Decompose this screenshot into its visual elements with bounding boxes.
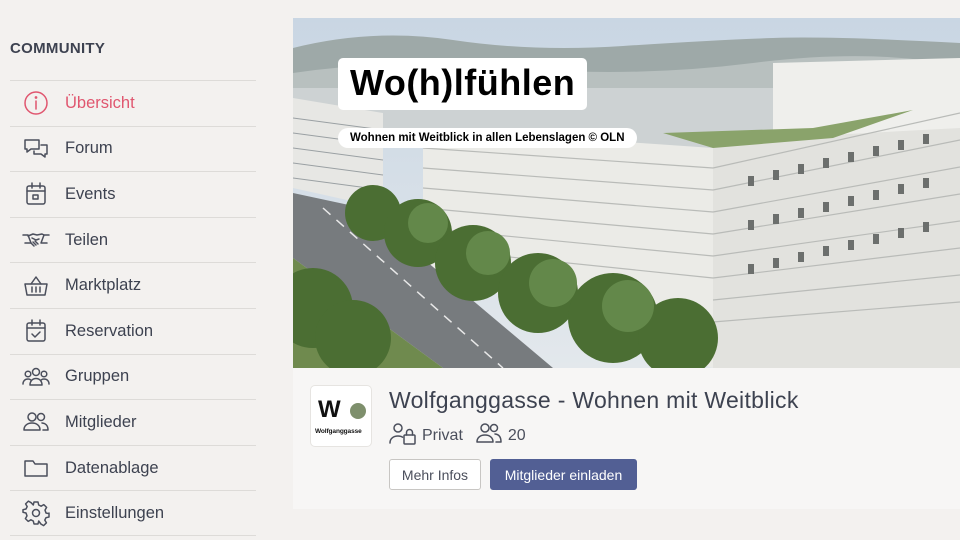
- sidebar: COMMUNITY Übersicht Forum Events Teilen: [0, 0, 270, 540]
- sidebar-item-events[interactable]: Events: [10, 171, 256, 217]
- sidebar-item-teilen[interactable]: Teilen: [10, 216, 256, 263]
- sidebar-item-label: Datenablage: [65, 458, 159, 477]
- chat-bubbles-icon: [21, 134, 51, 164]
- sidebar-item-marktplatz[interactable]: Marktplatz: [10, 262, 256, 308]
- sidebar-item-datenablage[interactable]: Datenablage: [10, 444, 256, 491]
- sidebar-item-label: Gruppen: [65, 367, 130, 386]
- basket-icon: [21, 271, 51, 301]
- member-count: 20: [507, 426, 526, 444]
- sidebar-item-label: Forum: [65, 139, 113, 158]
- groups-icon: [21, 362, 51, 392]
- members-icon: [21, 407, 51, 437]
- sidebar-item-uebersicht[interactable]: Übersicht: [10, 80, 256, 126]
- sidebar-item-label: Reservation: [65, 321, 154, 340]
- calendar-check-icon: [21, 316, 51, 346]
- sidebar-item-label: Marktplatz: [65, 276, 142, 295]
- group-title: Wolfganggasse - Wohnen mit Weitblick: [389, 387, 799, 413]
- group-card: Wo(h)lfühlen Wohnen mit Weitblick in all…: [293, 18, 960, 509]
- info-circle-icon: [21, 88, 51, 118]
- sidebar-item-label: Events: [65, 184, 116, 203]
- logo-letter: W: [318, 396, 341, 423]
- cover-subline: Wohnen mit Weitblick in allen Lebenslage…: [338, 128, 637, 148]
- logo-dot: [350, 403, 366, 419]
- more-info-button[interactable]: Mehr Infos: [389, 459, 481, 490]
- sidebar-item-label: Teilen: [65, 230, 109, 249]
- gear-icon: [21, 498, 51, 528]
- folder-icon: [21, 453, 51, 483]
- private-lock-icon: [389, 420, 417, 451]
- logo-text: Wolfganggasse: [315, 428, 362, 435]
- sidebar-item-forum[interactable]: Forum: [10, 125, 256, 172]
- sidebar-nav: Übersicht Forum Events Teilen Marktplatz: [10, 80, 256, 536]
- group-logo: W Wolfganggasse: [311, 386, 371, 446]
- sidebar-item-label: Übersicht: [65, 93, 135, 112]
- handshake-icon: [21, 225, 51, 255]
- members-icon: [475, 420, 503, 451]
- sidebar-item-reservation[interactable]: Reservation: [10, 307, 256, 354]
- group-meta: Privat 20: [389, 420, 526, 451]
- sidebar-item-mitglieder[interactable]: Mitglieder: [10, 399, 256, 445]
- sidebar-item-label: Mitglieder: [65, 412, 137, 431]
- invite-members-button[interactable]: Mitglieder einladen: [490, 459, 637, 490]
- sidebar-item-label: Einstellungen: [65, 503, 165, 522]
- sidebar-title: COMMUNITY: [10, 40, 106, 57]
- privacy-label: Privat: [422, 426, 463, 444]
- cover-headline-text: Wo(h)lfühlen: [350, 62, 576, 103]
- calendar-icon: [21, 179, 51, 209]
- group-cover-image: Wo(h)lfühlen Wohnen mit Weitblick in all…: [293, 18, 960, 368]
- sidebar-item-einstellungen[interactable]: Einstellungen: [10, 490, 256, 536]
- cover-headline: Wo(h)lfühlen: [338, 58, 588, 110]
- sidebar-item-gruppen[interactable]: Gruppen: [10, 353, 256, 400]
